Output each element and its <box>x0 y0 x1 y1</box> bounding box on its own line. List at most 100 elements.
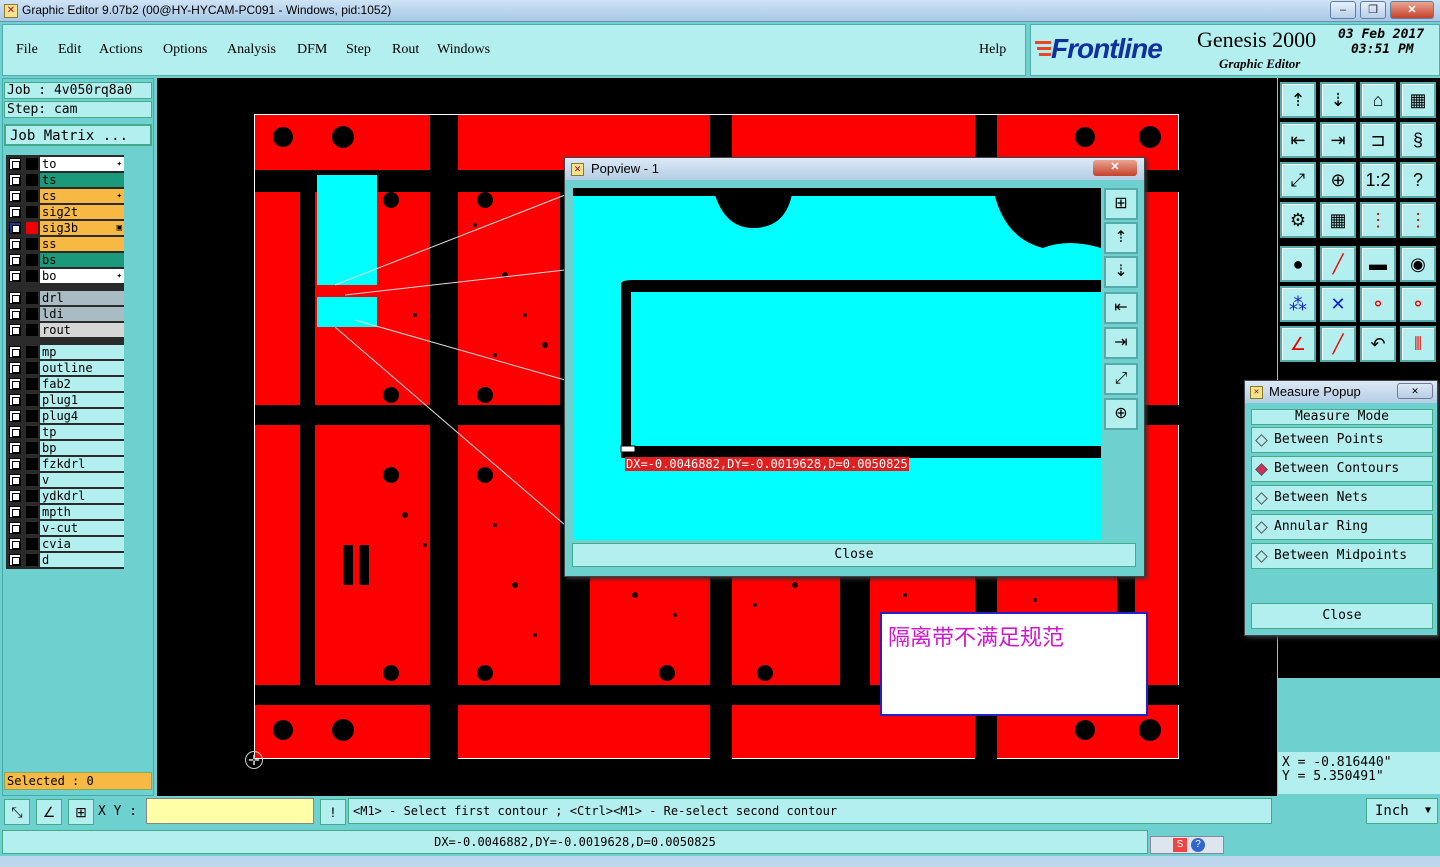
popview-zoom-in-icon[interactable]: ⊞ <box>1104 188 1138 220</box>
snap-icon[interactable]: ⤡ <box>4 799 30 825</box>
popview-canvas[interactable]: DX=-0.0046882,DY=-0.0019628,D=0.0050825 <box>573 188 1101 540</box>
menu-file[interactable]: File <box>16 42 38 58</box>
layer-row-mp[interactable]: mp <box>6 345 124 360</box>
popview-fit-icon[interactable]: ⤢ <box>1104 363 1138 395</box>
tool-fit-icon[interactable]: ⊐ <box>1360 122 1396 158</box>
layer-row-cvia[interactable]: cvia <box>6 537 124 552</box>
tool-connect-icon[interactable]: ⚬ <box>1360 286 1396 322</box>
layer-swatch[interactable] <box>26 362 38 374</box>
grid-snap-icon[interactable]: ⊞ <box>68 799 94 825</box>
tool-help-icon[interactable]: ? <box>1400 162 1436 198</box>
layer-name[interactable]: ts <box>40 173 124 187</box>
tool-layers-icon[interactable]: ⋮ <box>1360 202 1396 238</box>
layer-name[interactable]: bo ✦ <box>40 269 124 283</box>
layer-name[interactable]: mp <box>40 345 124 359</box>
layer-swatch[interactable] <box>26 346 38 358</box>
layer-row-bs[interactable]: bs <box>6 253 124 268</box>
layer-swatch[interactable] <box>26 442 38 454</box>
layer-row-drl[interactable]: drl <box>6 291 124 306</box>
layer-name[interactable]: plug4 <box>40 409 124 423</box>
layer-swatch[interactable] <box>26 538 38 550</box>
layer-checkbox[interactable] <box>9 324 21 336</box>
layer-checkbox[interactable] <box>9 158 21 170</box>
menu-edit[interactable]: Edit <box>58 42 81 58</box>
layer-swatch[interactable] <box>26 222 38 234</box>
layer-swatch[interactable] <box>26 254 38 266</box>
tool-undo-icon[interactable]: ↶ <box>1360 326 1396 362</box>
layer-row-v[interactable]: v <box>6 473 124 488</box>
layer-swatch[interactable] <box>26 190 38 202</box>
layer-checkbox[interactable] <box>9 458 21 470</box>
layer-row-ts[interactable]: ts <box>6 173 124 188</box>
layer-row-ydkdrl[interactable]: ydkdrl <box>6 489 124 504</box>
tool-zoom-icon[interactable]: ⊕ <box>1320 162 1356 198</box>
layer-row-plug1[interactable]: plug1 <box>6 393 124 408</box>
layer-checkbox[interactable] <box>9 254 21 266</box>
layer-swatch[interactable] <box>26 554 38 566</box>
layer-row-rout[interactable]: rout <box>6 323 124 338</box>
tool-pan-right-icon[interactable]: ⇥ <box>1320 122 1356 158</box>
layer-checkbox[interactable] <box>9 410 21 422</box>
layer-name[interactable]: ydkdrl <box>40 489 124 503</box>
menu-step[interactable]: Step <box>346 42 371 58</box>
layer-swatch[interactable] <box>26 308 38 320</box>
layer-checkbox[interactable] <box>9 378 21 390</box>
menu-options[interactable]: Options <box>163 42 207 58</box>
layer-swatch[interactable] <box>26 324 38 336</box>
menu-dfm[interactable]: DFM <box>297 42 327 58</box>
job-matrix-button[interactable]: Job Matrix ... <box>4 124 152 146</box>
layer-swatch[interactable] <box>26 410 38 422</box>
layer-swatch[interactable] <box>26 270 38 282</box>
layer-name[interactable]: rout <box>40 323 124 337</box>
tool-edit-icon[interactable]: ╱ <box>1320 326 1356 362</box>
layer-swatch[interactable] <box>26 426 38 438</box>
layer-checkbox[interactable] <box>9 426 21 438</box>
minimize-button[interactable]: – <box>1330 1 1356 19</box>
layer-row-to[interactable]: to ✦ <box>6 157 124 172</box>
alert-icon[interactable]: ! <box>320 799 346 825</box>
layer-row-mpth[interactable]: mpth <box>6 505 124 520</box>
mode-between-midpoints[interactable]: Between Midpoints <box>1251 543 1433 569</box>
mode-annular-ring[interactable]: Annular Ring <box>1251 514 1433 540</box>
layer-row-ss[interactable]: ss <box>6 237 124 252</box>
layer-checkbox[interactable] <box>9 490 21 502</box>
tool-save-icon[interactable]: ⇣ <box>1320 82 1356 118</box>
layer-row-tp[interactable]: tp <box>6 425 124 440</box>
layer-name[interactable]: tp <box>40 425 124 439</box>
layer-checkbox[interactable] <box>9 538 21 550</box>
unit-select[interactable]: Inch ▼ <box>1366 798 1438 824</box>
mode-between-nets[interactable]: Between Nets <box>1251 485 1433 511</box>
tool-grid-icon[interactable]: ▦ <box>1320 202 1356 238</box>
layer-name[interactable]: sig3b ▣ <box>40 221 124 235</box>
layer-name[interactable]: ss <box>40 237 124 251</box>
layer-row-outline[interactable]: outline <box>6 361 124 376</box>
layer-checkbox[interactable] <box>9 522 21 534</box>
layer-name[interactable]: fab2 <box>40 377 124 391</box>
menu-windows[interactable]: Windows <box>437 42 490 58</box>
restore-button[interactable]: ❐ <box>1360 1 1386 19</box>
help-tray-icon[interactable]: ? <box>1191 838 1205 852</box>
menu-rout[interactable]: Rout <box>392 42 419 58</box>
layer-name[interactable]: sig2t <box>40 205 124 219</box>
layer-checkbox[interactable] <box>9 238 21 250</box>
mode-between-points[interactable]: Between Points <box>1251 427 1433 453</box>
popview-zoom-out-icon[interactable]: ⊕ <box>1104 398 1138 430</box>
popview-up-icon[interactable]: ⇡ <box>1104 222 1138 254</box>
layer-checkbox[interactable] <box>9 190 21 202</box>
measure-close-button[interactable]: Close <box>1251 603 1433 629</box>
layer-name[interactable]: v-cut <box>40 521 124 535</box>
tool-cross-icon[interactable]: ✕ <box>1320 286 1356 322</box>
layer-name[interactable]: fzkdrl <box>40 457 124 471</box>
layer-checkbox[interactable] <box>9 474 21 486</box>
layer-checkbox[interactable] <box>9 362 21 374</box>
mode-between-contours[interactable]: Between Contours <box>1251 456 1433 482</box>
popview-close-icon[interactable]: ✕ <box>1093 160 1137 176</box>
layer-row-fzkdrl[interactable]: fzkdrl <box>6 457 124 472</box>
layer-swatch[interactable] <box>26 378 38 390</box>
menu-actions[interactable]: Actions <box>99 42 143 58</box>
tool-scale-icon[interactable]: 1:2 <box>1360 162 1396 198</box>
layer-row-v-cut[interactable]: v-cut <box>6 521 124 536</box>
layer-name[interactable]: outline <box>40 361 124 375</box>
layer-row-bo[interactable]: bo ✦ <box>6 269 124 284</box>
layer-name[interactable]: v <box>40 473 124 487</box>
